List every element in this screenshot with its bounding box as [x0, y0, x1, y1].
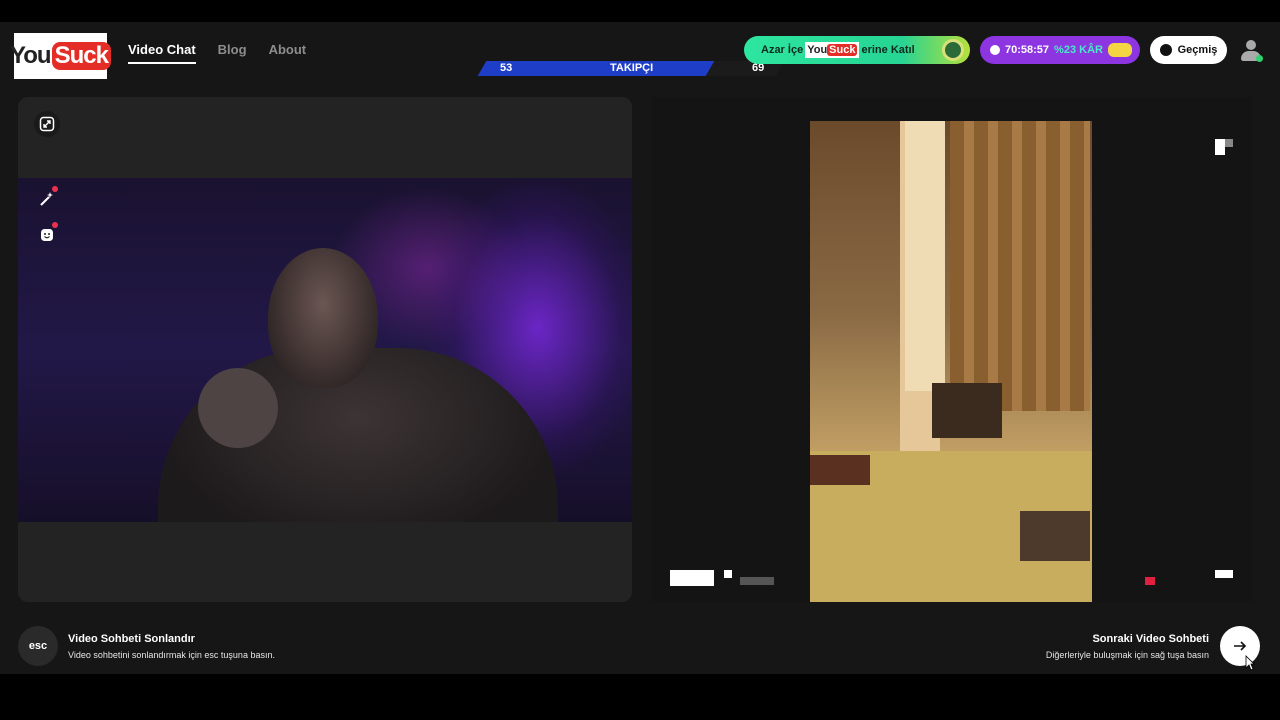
next-chat-subtitle: Diğerleriyle buluşmak için sağ tuşa bası…: [1045, 649, 1209, 660]
pixelated-overlay: [724, 570, 732, 578]
history-clock-icon: [1159, 44, 1172, 56]
mouse-cursor-icon: [1245, 655, 1255, 671]
remote-video-panel: [652, 97, 1252, 602]
follower-bar: 53 TAKIPÇI 69: [474, 61, 794, 76]
face-notify-dot: [52, 222, 58, 228]
nav-video-chat[interactable]: Video Chat: [128, 42, 196, 64]
user-avatar-icon[interactable]: [1238, 38, 1264, 64]
app-window: You Suck Video Chat Blog About 53 TAKIPÇ…: [0, 22, 1280, 674]
arrow-right-icon: [1234, 641, 1247, 651]
logo-text-you: You: [10, 42, 52, 69]
remote-light: [905, 121, 945, 391]
pixelated-overlay: [1215, 139, 1225, 155]
join-text-before: Azar İçe: [761, 44, 804, 56]
profit-value: %23 KÂR: [1054, 44, 1103, 56]
magic-wand-svg: [40, 192, 53, 206]
main-nav: Video Chat Blog About: [128, 42, 306, 64]
face-filter-icon[interactable]: [34, 222, 60, 248]
site-logo[interactable]: You Suck: [10, 33, 111, 79]
end-chat-subtitle: Video sohbetini sonlandırmak için esc tu…: [68, 649, 275, 660]
local-camera-feed: [18, 178, 632, 522]
end-chat-hint: esc Video Sohbeti Sonlandır Video sohbet…: [18, 626, 275, 666]
pixelated-overlay: [670, 570, 714, 586]
logo-text-suck: Suck: [51, 42, 111, 70]
magic-wand-icon[interactable]: [34, 186, 60, 212]
coin-icon: [942, 39, 964, 61]
pixelated-overlay: [1225, 139, 1233, 147]
history-label: Geçmiş: [1177, 44, 1218, 56]
clock-icon: [990, 45, 1000, 55]
join-logo-suck: Suck: [827, 44, 858, 56]
next-chat-title: Sonraki Video Sohbeti: [1092, 632, 1209, 645]
follower-bar-fill: [477, 61, 727, 76]
pixelated-overlay: [740, 577, 774, 585]
history-button[interactable]: Geçmiş: [1150, 36, 1227, 64]
follower-left-count: 53: [500, 62, 513, 74]
remote-video-feed: [810, 121, 1092, 602]
remote-object: [932, 383, 1002, 438]
remote-object: [1020, 511, 1090, 561]
expand-svg: [39, 116, 55, 132]
local-video-panel: [18, 97, 632, 602]
local-person-head: [268, 248, 378, 388]
join-promo-pill[interactable]: Azar İçe You Suck erine Katıl: [744, 36, 970, 64]
nav-about[interactable]: About: [269, 42, 307, 64]
avatar-head: [1246, 40, 1256, 50]
end-chat-text: Video Sohbeti Sonlandır Video sohbetini …: [68, 633, 275, 660]
online-status-dot: [1256, 55, 1263, 62]
timer-value: 70:58:57: [1005, 44, 1050, 56]
local-person-hand: [198, 368, 278, 448]
next-chat-hint: Sonraki Video Sohbeti Diğerleriyle buluş…: [1046, 626, 1260, 666]
timer-pill[interactable]: 70:58:57 %23 KÂR: [980, 36, 1140, 64]
join-mini-logo: You Suck: [805, 42, 860, 58]
join-text-after: erine Katıl: [861, 44, 915, 56]
nav-blog[interactable]: Blog: [218, 42, 247, 64]
esc-key-button[interactable]: esc: [18, 626, 58, 666]
end-chat-title: Video Sohbeti Sonlandır: [68, 632, 195, 645]
pixelated-overlay: [1145, 577, 1155, 585]
remote-curtain: [950, 121, 1090, 411]
expand-icon[interactable]: [34, 111, 60, 137]
remote-object: [810, 455, 870, 485]
follower-label: TAKIPÇI: [610, 62, 654, 74]
magic-notify-dot: [52, 186, 58, 192]
face-filter-svg: [41, 229, 53, 241]
coins-icon: [1108, 43, 1132, 57]
pixelated-overlay: [1215, 570, 1233, 578]
join-logo-you: You: [807, 44, 828, 56]
next-chat-text: Sonraki Video Sohbeti Diğerleriyle buluş…: [1046, 633, 1209, 660]
